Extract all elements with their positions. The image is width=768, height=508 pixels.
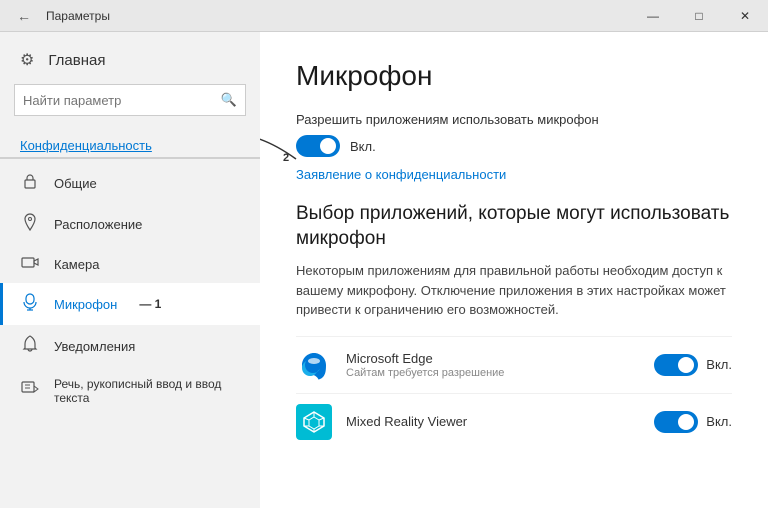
sidebar: ⚙ Главная 🔍 Конфиденциальность Общие	[0, 32, 260, 508]
microphone-icon	[20, 293, 40, 315]
sidebar-item-location[interactable]: Расположение	[0, 203, 260, 245]
apps-section-title: Выбор приложений, которые могут использо…	[296, 202, 732, 251]
app-item-mixed-reality: Mixed Reality Viewer Вкл.	[296, 393, 732, 450]
toggle-knob	[320, 138, 336, 154]
main-layout: ⚙ Главная 🔍 Конфиденциальность Общие	[0, 32, 768, 508]
sidebar-item-camera[interactable]: Камера	[0, 245, 260, 283]
sidebar-item-label-location: Расположение	[54, 217, 142, 232]
edge-toggle-knob	[678, 357, 694, 373]
titlebar-controls: — □ ✕	[630, 0, 768, 32]
section-header-privacy[interactable]: Конфиденциальность	[0, 132, 260, 157]
sidebar-item-notifications[interactable]: Уведомления	[0, 325, 260, 367]
search-icon: 🔍	[221, 92, 237, 108]
sidebar-item-label-microphone: Микрофон	[54, 297, 117, 312]
app-item-edge: Microsoft Edge Сайтам требуется разрешен…	[296, 336, 732, 393]
edge-app-name: Microsoft Edge	[346, 351, 654, 366]
sidebar-item-label-notifications: Уведомления	[54, 339, 135, 354]
svg-text:2: 2	[283, 152, 289, 161]
home-icon: ⚙	[20, 50, 34, 70]
mixed-reality-toggle-area: Вкл.	[654, 411, 732, 433]
edge-icon	[296, 347, 332, 383]
sidebar-item-label-camera: Камера	[54, 257, 99, 272]
camera-icon	[20, 255, 40, 273]
edge-toggle-label: Вкл.	[706, 357, 732, 372]
titlebar: ← Параметры — □ ✕	[0, 0, 768, 32]
sidebar-home-label: Главная	[48, 52, 105, 69]
sidebar-item-general[interactable]: Общие	[0, 163, 260, 203]
search-box: 🔍	[14, 84, 246, 116]
mixed-reality-icon	[296, 404, 332, 440]
sidebar-item-label-general: Общие	[54, 176, 97, 191]
titlebar-title: Параметры	[46, 9, 110, 23]
page-title: Микрофон	[296, 60, 732, 92]
edge-app-info: Microsoft Edge Сайтам требуется разрешен…	[346, 351, 654, 379]
content-area: Микрофон Разрешить приложениям использов…	[260, 32, 768, 508]
close-button[interactable]: ✕	[722, 0, 768, 32]
main-microphone-toggle[interactable]	[296, 135, 340, 157]
annotation-area: 2 Заявление о конфиденциальности	[296, 163, 732, 184]
mixed-reality-toggle-knob	[678, 414, 694, 430]
maximize-button[interactable]: □	[676, 0, 722, 32]
annotation-1-badge: — 1	[139, 297, 161, 311]
sidebar-item-speech[interactable]: Речь, рукописный ввод и ввод текста	[0, 367, 260, 415]
notification-icon	[20, 335, 40, 357]
permission-label: Разрешить приложениям использовать микро…	[296, 112, 732, 127]
main-toggle-label: Вкл.	[350, 139, 376, 154]
sidebar-home[interactable]: ⚙ Главная	[0, 32, 260, 84]
mixed-reality-app-name: Mixed Reality Viewer	[346, 414, 654, 429]
main-toggle-row: Вкл.	[296, 135, 732, 157]
privacy-link[interactable]: Заявление о конфиденциальности	[296, 167, 506, 182]
edge-toggle[interactable]	[654, 354, 698, 376]
mixed-reality-toggle[interactable]	[654, 411, 698, 433]
section-divider	[0, 157, 260, 159]
edge-toggle-area: Вкл.	[654, 354, 732, 376]
location-icon	[20, 213, 40, 235]
apps-section-desc: Некоторым приложениям для правильной раб…	[296, 261, 732, 320]
sidebar-item-label-speech: Речь, рукописный ввод и ввод текста	[54, 377, 240, 405]
speech-icon	[20, 381, 40, 401]
back-button[interactable]: ←	[12, 4, 36, 28]
mixed-reality-app-info: Mixed Reality Viewer	[346, 414, 654, 430]
minimize-button[interactable]: —	[630, 0, 676, 32]
edge-app-sub: Сайтам требуется разрешение	[346, 367, 654, 379]
lock-icon	[20, 173, 40, 193]
titlebar-left: ← Параметры	[12, 4, 110, 28]
sidebar-item-microphone[interactable]: Микрофон — 1	[0, 283, 260, 325]
search-input[interactable]	[23, 93, 221, 108]
mixed-reality-toggle-label: Вкл.	[706, 414, 732, 429]
arrow-annotation-2: 2	[260, 131, 301, 161]
